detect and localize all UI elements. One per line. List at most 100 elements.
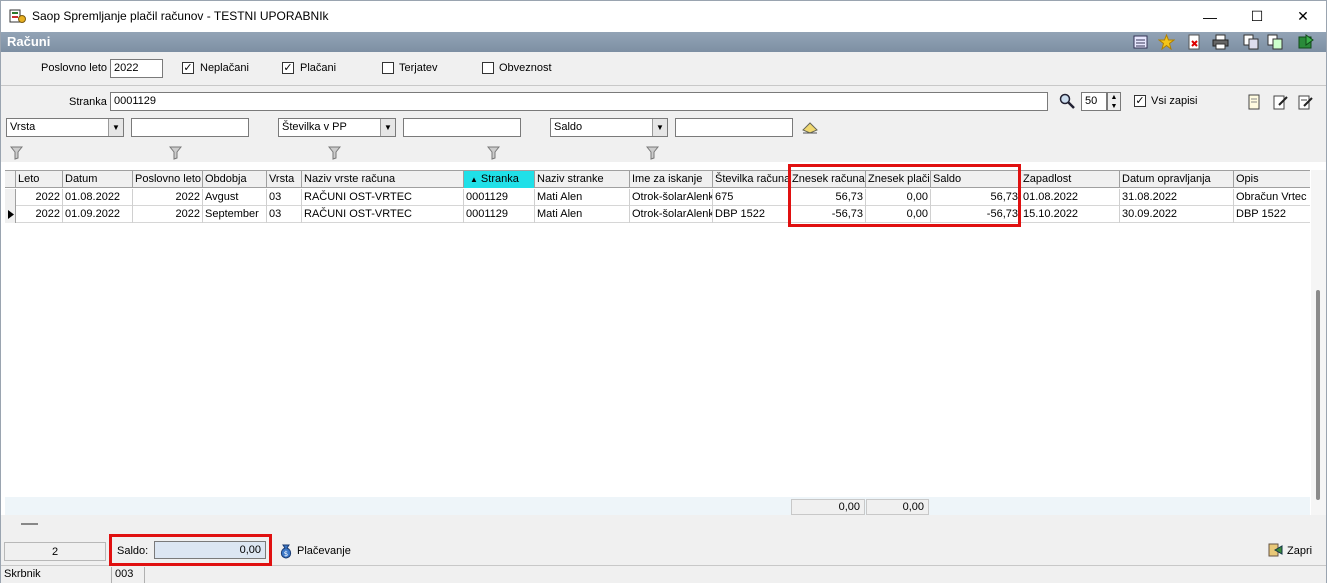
star-icon[interactable]: [1158, 34, 1175, 50]
page-title: Računi: [7, 34, 51, 49]
cell-obdobja: Avgust: [203, 189, 267, 206]
filter-icon[interactable]: [646, 146, 659, 160]
col-leto[interactable]: Leto: [16, 171, 63, 188]
obveznost-checkbox[interactable]: [482, 62, 494, 74]
cell-datum: 01.09.2022: [63, 206, 133, 223]
col-vrsta[interactable]: Vrsta: [267, 171, 302, 188]
svg-text:$: $: [284, 550, 288, 558]
vertical-scrollbar[interactable]: [1311, 170, 1326, 515]
placani-checkbox[interactable]: ✓: [282, 62, 294, 74]
money-bag-icon: $: [280, 544, 292, 559]
stranka-label: Stranka: [69, 96, 107, 108]
col-naziv-vrste[interactable]: Naziv vrste računa: [302, 171, 464, 188]
cell-datum-opravljanja: 30.09.2022: [1120, 206, 1234, 223]
col-zapadlost[interactable]: Zapadlost: [1021, 171, 1120, 188]
neplacani-checkbox[interactable]: ✓: [182, 62, 194, 74]
zapri-button[interactable]: Zapri: [1267, 541, 1315, 560]
sort-asc-icon: ▲: [470, 175, 478, 184]
paste-icon[interactable]: [1267, 34, 1284, 50]
cell-stevilka-racuna: 675: [713, 189, 790, 206]
col-stranka[interactable]: ▲ Stranka: [464, 171, 535, 188]
col-stranka-label: Stranka: [480, 173, 519, 185]
row-indicator[interactable]: [5, 206, 16, 223]
print-icon[interactable]: [1212, 34, 1229, 50]
current-row-icon: [8, 210, 14, 219]
col-obdobja[interactable]: Obdobja: [203, 171, 267, 188]
list-icon[interactable]: [1132, 34, 1149, 50]
table-row[interactable]: 2022 01.08.2022 2022 Avgust 03 RAČUNI OS…: [5, 189, 1310, 206]
stranka-input[interactable]: 0001129: [110, 92, 1048, 111]
highlight-saldo-box: [109, 534, 272, 566]
cell-naziv-stranke: Mati Alen: [535, 206, 630, 223]
search-icon[interactable]: [1059, 93, 1075, 109]
stevilka-combo[interactable]: Številka v PP ▼: [278, 118, 396, 137]
copy-icon[interactable]: [1243, 34, 1260, 50]
cell-opis: Obračun Vrtec: [1236, 191, 1307, 203]
vrsta-filter-input[interactable]: [131, 118, 249, 137]
terjatev-checkbox[interactable]: [382, 62, 394, 74]
cell-datum: 01.08.2022: [63, 189, 133, 206]
status-bar: Skrbnik 003: [1, 565, 1326, 583]
header-band: Računi: [1, 32, 1326, 52]
cell-naziv-vrste: RAČUNI OST-VRTEC: [302, 189, 464, 206]
app-window: Saop Spremljanje plačil računov - TESTNI…: [0, 0, 1327, 583]
chevron-down-icon[interactable]: ▼: [108, 119, 123, 136]
vsi-zapisi-checkbox[interactable]: ✓: [1134, 95, 1146, 107]
poslovno-leto-label: Poslovno leto: [41, 62, 108, 74]
scroll-thumb[interactable]: [1316, 290, 1320, 500]
cell-ime-za-iskanje: Otrok-šolarAlenk: [630, 189, 713, 206]
cell-stranka: 0001129: [464, 189, 535, 206]
obveznost-label: Obveznost: [499, 62, 552, 74]
filter-icon[interactable]: [169, 146, 182, 160]
cell-vrsta: 03: [267, 206, 302, 223]
col-opis[interactable]: Opis: [1234, 171, 1310, 188]
cell-stranka: 0001129: [464, 206, 535, 223]
cell-stevilka-racuna: DBP 1522: [713, 206, 790, 223]
table-row[interactable]: 2022 01.09.2022 2022 September 03 RAČUNI…: [5, 206, 1310, 223]
col-datum[interactable]: Datum: [63, 171, 133, 188]
cell-poslovno-leto: 2022: [133, 206, 203, 223]
poslovno-leto-input[interactable]: 2022: [110, 59, 163, 78]
new-doc-icon[interactable]: [1247, 94, 1262, 110]
placani-label: Plačani: [300, 62, 337, 74]
col-datum-opravljanja[interactable]: Datum opravljanja: [1120, 171, 1234, 188]
row-indicator[interactable]: [5, 189, 16, 206]
delete-doc-icon[interactable]: [1186, 34, 1203, 50]
vrsta-combo-value: Vrsta: [10, 121, 36, 133]
neplacani-label: Neplačani: [200, 62, 249, 74]
highlight-amounts-box: [788, 164, 1021, 227]
edit-list-icon[interactable]: [1298, 94, 1313, 110]
vrsta-combo[interactable]: Vrsta ▼: [6, 118, 124, 137]
chevron-down-icon[interactable]: ▼: [380, 119, 395, 136]
cell-zapadlost: 15.10.2022: [1021, 206, 1120, 223]
col-poslovno-leto[interactable]: Poslovno leto: [133, 171, 203, 188]
col-naziv-stranke[interactable]: Naziv stranke: [535, 171, 630, 188]
eraser-icon[interactable]: [801, 121, 819, 135]
chevron-down-icon[interactable]: ▼: [652, 119, 667, 136]
cell-obdobja: September: [203, 206, 267, 223]
filter-icon[interactable]: [10, 146, 23, 160]
limit-input[interactable]: 50: [1081, 92, 1107, 111]
placevanje-label: Plačevanje: [297, 545, 351, 557]
close-button[interactable]: ✕: [1280, 1, 1326, 32]
saldo-combo[interactable]: Saldo ▼: [550, 118, 668, 137]
cell-naziv-vrste: RAČUNI OST-VRTEC: [302, 206, 464, 223]
stevilka-filter-input[interactable]: [403, 118, 521, 137]
maximize-button[interactable]: ☐: [1234, 1, 1280, 32]
splitter-handle[interactable]: [21, 523, 38, 525]
zapri-label: Zapri: [1287, 545, 1313, 557]
exit-book-icon[interactable]: [1297, 34, 1314, 50]
edit-doc-icon[interactable]: [1273, 94, 1288, 110]
grid-header: Leto Datum Poslovno leto Obdobja Vrsta N…: [5, 171, 1310, 188]
saldo-filter-input[interactable]: [675, 118, 793, 137]
cell-leto: 2022: [16, 206, 63, 223]
filter-icon[interactable]: [328, 146, 341, 160]
limit-spinner[interactable]: ▲ ▼: [1107, 92, 1121, 111]
total-znesek-placil: 0,00: [866, 499, 929, 515]
col-stevilka-racuna[interactable]: Številka računa: [713, 171, 790, 188]
filter-icon[interactable]: [487, 146, 500, 160]
status-code: 003: [112, 567, 145, 583]
minimize-button[interactable]: —: [1187, 1, 1233, 32]
stevilka-combo-value: Številka v PP: [282, 121, 347, 133]
col-ime-za-iskanje[interactable]: Ime za iskanje: [630, 171, 713, 188]
